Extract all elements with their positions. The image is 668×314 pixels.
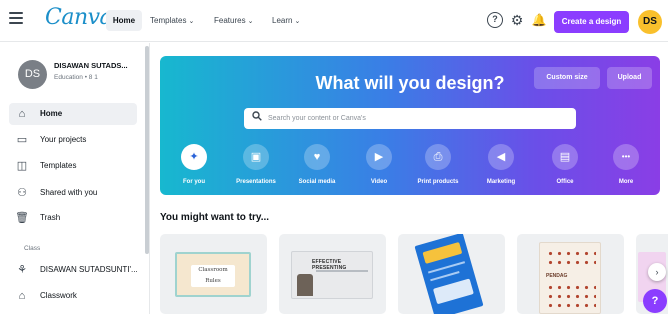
help-icon[interactable]: ? [487, 12, 503, 28]
sidebar-item-classwork[interactable]: ⌂ Classwork [9, 285, 137, 307]
card-line [316, 270, 368, 272]
top-bar: Canva Home Templates ⌄ Features ⌄ Learn ⌄ ?… [0, 0, 668, 42]
sidebar-item-label: Your projects [40, 135, 87, 144]
carousel-next-button[interactable]: › [648, 263, 666, 281]
nav-learn[interactable]: Learn ⌄ [272, 10, 300, 31]
chevron-down-icon: ⌄ [188, 18, 195, 25]
effective-presenting-card[interactable]: EFFECTIVE PRESENTING [279, 234, 386, 314]
category-label: Office [556, 179, 574, 185]
card-thumbnail: PENDAG [539, 242, 601, 314]
category-social-media[interactable]: ♥ Social media [285, 144, 349, 185]
bell-icon[interactable]: 🔔 [531, 12, 547, 28]
category-office[interactable]: ▤ Office [533, 144, 597, 185]
nav-features-label: Features [214, 16, 246, 25]
card-thumbnail-text: PENDAG [546, 273, 568, 279]
category-label: Video [370, 179, 388, 185]
presentation-icon: ▣ [243, 144, 269, 170]
account-avatar[interactable]: DS [18, 60, 47, 89]
category-video[interactable]: ▶ Video [347, 144, 411, 185]
category-label: Presentations [236, 179, 276, 185]
sidebar-item-class[interactable]: ⚘ DISAWAN SUTADSUNTI'... [9, 259, 138, 281]
card-line [430, 271, 460, 282]
folder-icon: ▭ [16, 134, 28, 146]
search-input[interactable]: Search your content or Canva's [244, 108, 576, 129]
sidebar-item-shared[interactable]: ⚇ Shared with you [9, 182, 137, 204]
settings-icon[interactable]: ⚙ [509, 12, 525, 28]
account-name[interactable]: DISAWAN SUTADS... [54, 61, 128, 70]
nav-home-button[interactable]: Home [106, 10, 142, 31]
card-thumbnail-text: Classroom Rules [191, 265, 235, 287]
trash-icon: 🗑 [15, 212, 29, 224]
sidebar-item-home[interactable]: ⌂ Home [9, 103, 137, 125]
card-shape [422, 241, 463, 264]
category-print-products[interactable]: ⎙ Print products [406, 144, 470, 185]
chevron-down-icon: ⌄ [294, 18, 301, 25]
nav-features[interactable]: Features ⌄ [214, 10, 253, 31]
custom-size-button[interactable]: Custom size [534, 67, 600, 89]
suggestions-title: You might want to try... [160, 212, 270, 223]
canva-logo[interactable]: Canva [45, 5, 113, 30]
home-icon: ⌂ [18, 108, 26, 120]
sidebar-item-projects[interactable]: ▭ Your projects [9, 129, 137, 151]
shared-icon: ⚇ [17, 187, 27, 199]
templates-icon: ◫ [16, 160, 28, 172]
category-label: More [618, 179, 634, 185]
category-for-you[interactable]: ✦ For you [162, 144, 226, 185]
category-more[interactable]: ••• More [594, 144, 658, 185]
sidebar-item-label: Shared with you [40, 188, 98, 197]
nav-templates-label: Templates [150, 16, 187, 25]
sidebar-item-label: Home [40, 109, 63, 118]
sidebar-item-label: Trash [40, 213, 61, 222]
help-button[interactable]: ? [643, 289, 667, 313]
card-pattern [546, 249, 596, 269]
card-pattern [546, 283, 596, 309]
classwork-icon: ⌂ [18, 290, 26, 302]
megaphone-icon: ◀ [488, 144, 514, 170]
more-icon: ••• [613, 144, 639, 170]
document-card[interactable]: PENDAG [517, 234, 624, 314]
category-label: Social media [298, 179, 336, 185]
card-thumbnail: Classroom Rules [175, 252, 251, 297]
search-placeholder: Search your content or Canva's [268, 115, 366, 122]
nav-templates[interactable]: Templates ⌄ [150, 10, 194, 31]
sidebar-item-templates[interactable]: ◫ Templates [9, 155, 137, 177]
heart-icon: ♥ [304, 144, 330, 170]
menu-icon[interactable] [9, 12, 23, 26]
sidebar-item-label: DISAWAN SUTADSUNTI'... [40, 265, 138, 274]
sidebar-section-class: Class [24, 245, 41, 252]
class-icon: ⚘ [17, 264, 27, 276]
category-label: Print products [417, 179, 459, 185]
chevron-down-icon: ⌄ [247, 18, 254, 25]
sidebar: DS DISAWAN SUTADS... Education • 8 1 ⌂ H… [0, 43, 150, 314]
sidebar-item-label: Templates [40, 161, 77, 170]
video-icon: ▶ [366, 144, 392, 170]
upload-button[interactable]: Upload [607, 67, 652, 89]
category-presentations[interactable]: ▣ Presentations [224, 144, 288, 185]
card-shape [432, 278, 474, 305]
sidebar-scrollbar[interactable] [145, 46, 149, 254]
create-design-button[interactable]: Create a design [554, 11, 629, 33]
nav-learn-label: Learn [272, 16, 293, 25]
sidebar-item-label: Classwork [40, 291, 77, 300]
category-label: Marketing [486, 179, 516, 185]
search-icon [252, 111, 262, 124]
card-person-shape [297, 274, 313, 296]
printer-icon: ⎙ [425, 144, 451, 170]
account-subtitle: Education • 8 1 [54, 74, 98, 81]
infographic-card[interactable] [398, 234, 505, 314]
briefcase-icon: ▤ [552, 144, 578, 170]
hero-banner: What will you design? Custom size Upload… [160, 56, 660, 195]
classroom-rules-card[interactable]: Classroom Rules [160, 234, 267, 314]
card-thumbnail: EFFECTIVE PRESENTING [291, 251, 373, 299]
category-label: For you [183, 179, 205, 185]
card-thumbnail [414, 234, 484, 314]
sparkle-icon: ✦ [181, 144, 207, 170]
sidebar-item-trash[interactable]: 🗑 Trash [9, 207, 137, 229]
avatar[interactable]: DS [638, 10, 662, 34]
category-marketing[interactable]: ◀ Marketing [469, 144, 533, 185]
